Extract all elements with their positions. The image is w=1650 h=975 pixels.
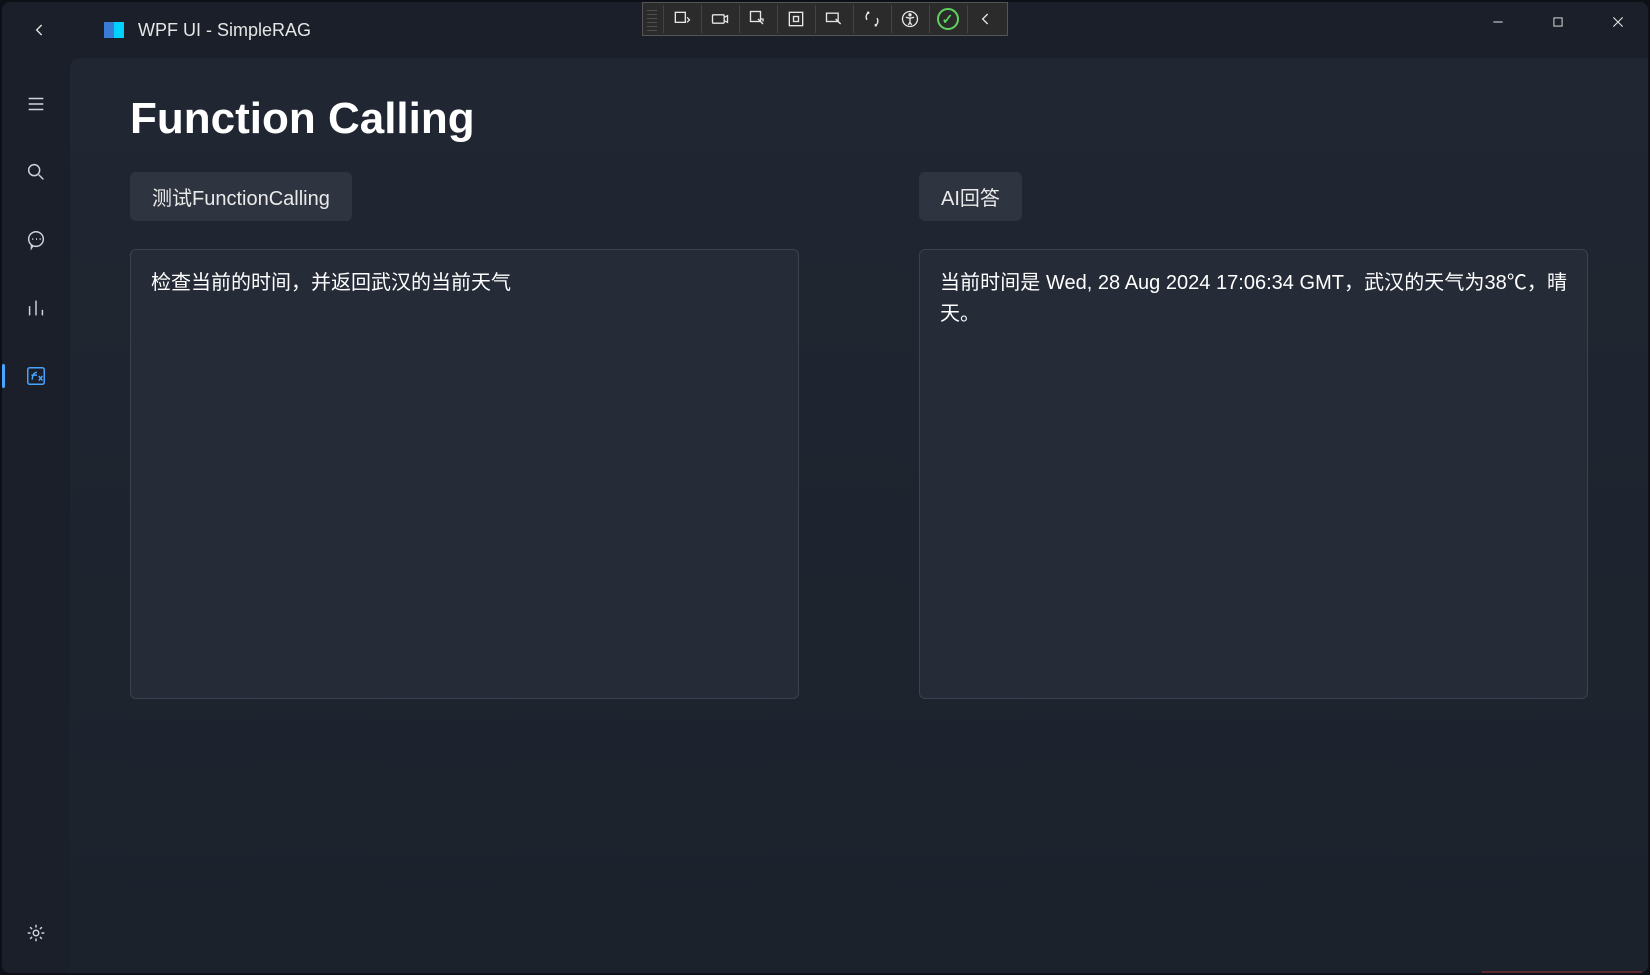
live-visual-tree-button[interactable] [663, 5, 699, 33]
page-title: Function Calling [130, 94, 1588, 144]
accessibility-button[interactable] [891, 5, 927, 33]
display-layout-button[interactable] [777, 5, 813, 33]
body: Function Calling 测试FunctionCalling 检查当前的… [2, 58, 1648, 973]
menu-icon [25, 93, 47, 115]
gear-icon [25, 922, 47, 944]
chevron-left-icon [976, 9, 996, 29]
cursor-select-icon [748, 9, 768, 29]
drag-handle-icon[interactable] [647, 7, 657, 31]
select-element-button[interactable] [739, 5, 775, 33]
app-icon [104, 22, 124, 38]
chat-icon [25, 229, 47, 251]
sidebar-item-chart[interactable] [14, 286, 58, 330]
app-window: WPF UI - SimpleRAG [2, 2, 1648, 973]
record-button[interactable] [701, 5, 737, 33]
right-column: AI回答 当前时间是 Wed, 28 Aug 2024 17:06:34 GMT… [919, 172, 1588, 699]
ai-answer-button[interactable]: AI回答 [919, 172, 1022, 221]
output-text-panel: 当前时间是 Wed, 28 Aug 2024 17:06:34 GMT，武汉的天… [919, 249, 1588, 699]
status-ok-button[interactable]: ✓ [929, 5, 965, 33]
maximize-icon [1551, 15, 1565, 29]
box-icon [786, 9, 806, 29]
close-icon [1610, 14, 1626, 30]
test-function-calling-button[interactable]: 测试FunctionCalling [130, 172, 352, 221]
sidebar-item-settings[interactable] [14, 911, 58, 955]
sidebar-item-chat[interactable] [14, 218, 58, 262]
rect-select-icon [824, 9, 844, 29]
close-button[interactable] [1588, 2, 1648, 42]
sidebar-item-function-calling[interactable] [14, 354, 58, 398]
vs-debug-toolbar[interactable]: ✓ [642, 2, 1008, 36]
hotreload-icon [862, 9, 882, 29]
accessibility-icon [900, 9, 920, 29]
titlebar[interactable]: WPF UI - SimpleRAG [2, 2, 1648, 58]
sidebar [2, 58, 70, 973]
check-circle-icon: ✓ [937, 8, 959, 30]
left-column: 测试FunctionCalling 检查当前的时间，并返回武汉的当前天气 [130, 172, 799, 699]
input-text-panel[interactable]: 检查当前的时间，并返回武汉的当前天气 [130, 249, 799, 699]
chart-icon [25, 297, 47, 319]
taskbar-edge [1482, 971, 1642, 973]
back-button[interactable] [20, 10, 60, 50]
search-icon [25, 161, 47, 183]
two-column-layout: 测试FunctionCalling 检查当前的时间，并返回武汉的当前天气 AI回… [130, 172, 1588, 699]
camera-icon [710, 9, 730, 29]
collapse-toolbar-button[interactable] [967, 5, 1003, 33]
arrow-left-icon [30, 20, 50, 40]
sidebar-item-menu[interactable] [14, 82, 58, 126]
minimize-button[interactable] [1468, 2, 1528, 42]
sidebar-item-search[interactable] [14, 150, 58, 194]
tree-icon [672, 9, 692, 29]
fx-icon [25, 365, 47, 387]
maximize-button[interactable] [1528, 2, 1588, 42]
track-focus-button[interactable] [815, 5, 851, 33]
hot-reload-button[interactable] [853, 5, 889, 33]
content-area: Function Calling 测试FunctionCalling 检查当前的… [70, 58, 1648, 973]
app-title: WPF UI - SimpleRAG [138, 20, 311, 41]
window-controls [1468, 2, 1648, 42]
minimize-icon [1491, 15, 1505, 29]
